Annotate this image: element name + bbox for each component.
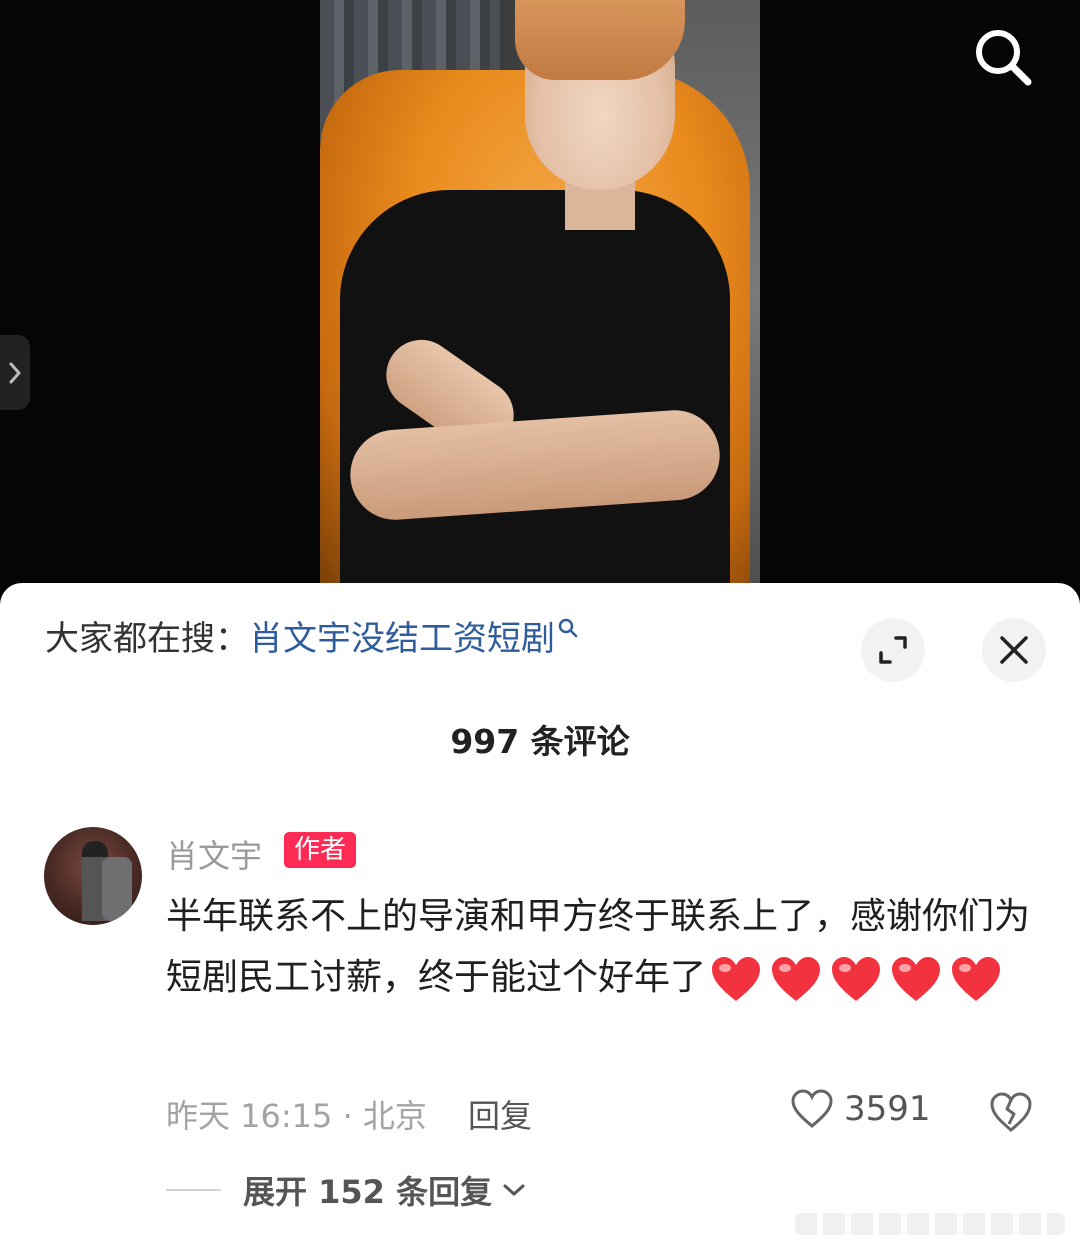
video-frame[interactable]: [320, 0, 760, 583]
comment-meta: 昨天 16:15 · 北京: [166, 1097, 427, 1135]
reply-button[interactable]: 回复: [468, 1091, 532, 1137]
heart-emoji-icon: [832, 957, 881, 1001]
dislike-button[interactable]: [988, 1090, 1034, 1138]
expand-icon: [879, 636, 907, 664]
hot-search-keyword[interactable]: 肖文宇没结工资短剧: [249, 619, 555, 659]
avatar-figure-coat: [102, 857, 132, 921]
comment-username[interactable]: 肖文宇: [166, 831, 262, 877]
heart-emoji-group: [706, 957, 1006, 1001]
expand-button[interactable]: [861, 618, 925, 682]
heart-outline-icon: [791, 1089, 833, 1128]
expand-replies-label: 展开 152 条回复: [243, 1173, 493, 1211]
like-button[interactable]: 3591: [790, 1088, 931, 1130]
broken-heart-icon: [990, 1092, 1032, 1132]
avatar[interactable]: [44, 827, 142, 925]
like-count: 3591: [844, 1089, 931, 1129]
video-player[interactable]: [0, 0, 1080, 600]
watermark: [795, 1213, 1065, 1235]
hot-search-prefix: 大家都在搜：: [45, 619, 249, 659]
close-button[interactable]: [982, 618, 1046, 682]
heart-emoji-icon: [952, 957, 1001, 1001]
comment-sheet: 大家都在搜：肖文宇没结工资短剧 997 条评论 肖文宇 作者 半年联系不上的导演…: [0, 583, 1080, 1245]
search-button[interactable]: [968, 22, 1038, 92]
comment-body: 半年联系不上的导演和甲方终于联系上了，感谢你们为短剧民工讨薪，终于能过个好年了: [166, 886, 1046, 1008]
side-panel-toggle[interactable]: [0, 335, 30, 410]
heart-emoji-icon: [712, 957, 761, 1001]
close-icon: [1000, 636, 1028, 664]
expand-replies-divider: [166, 1189, 221, 1191]
search-small-icon: [558, 618, 578, 638]
heart-emoji-icon: [892, 957, 941, 1001]
search-icon: [976, 30, 1032, 86]
chevron-down-icon: [503, 1184, 525, 1196]
video-person-hair: [515, 0, 685, 80]
heart-emoji-icon: [772, 957, 821, 1001]
author-badge: 作者: [284, 832, 357, 868]
chevron-right-icon: [9, 362, 21, 383]
comment-count-title: 997 条评论: [450, 722, 630, 761]
expand-replies-button[interactable]: 展开 152 条回复: [166, 1167, 526, 1213]
hot-search-link[interactable]: 大家都在搜：肖文宇没结工资短剧: [45, 611, 579, 660]
